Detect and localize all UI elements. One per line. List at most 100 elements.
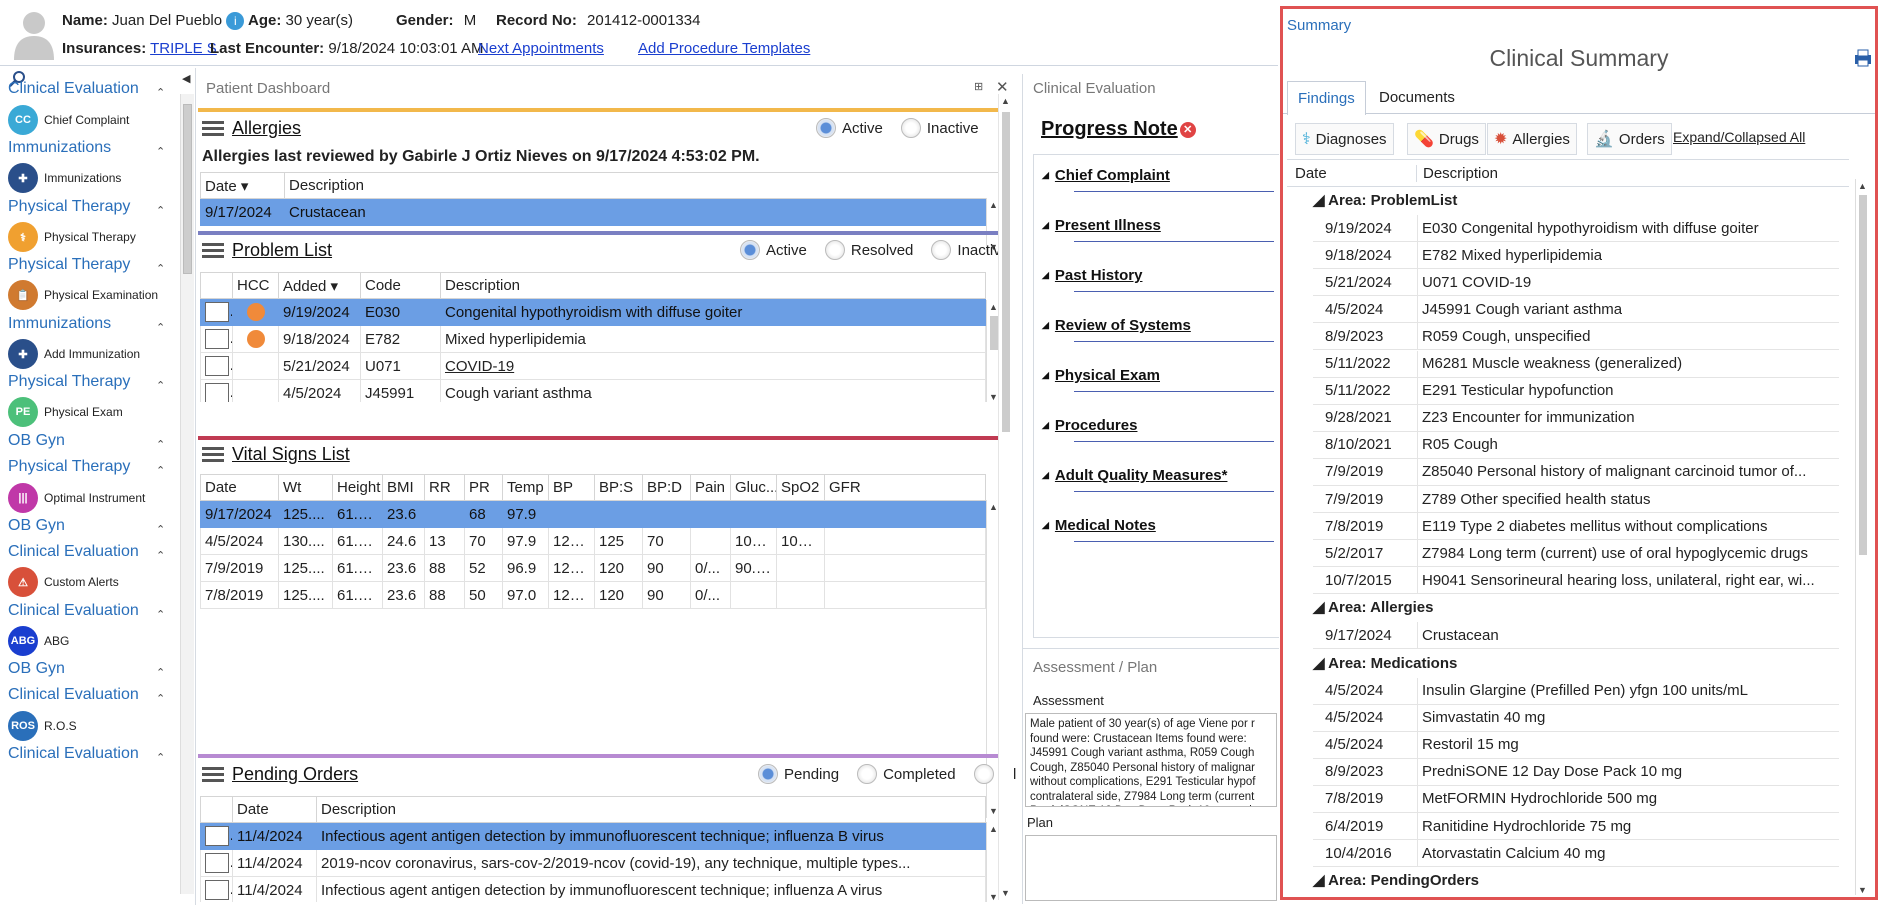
allergies-header[interactable]: Allergies — [202, 118, 301, 139]
collapse-caret-icon[interactable]: ⌃ — [156, 692, 165, 705]
summary-link[interactable]: Summary — [1287, 17, 1351, 34]
order-row[interactable]: 11/4/2024 2019-ncov coronavirus, sars-cov… — [200, 849, 986, 877]
radio-resolved[interactable] — [824, 240, 845, 260]
radio-inactive[interactable] — [931, 240, 952, 260]
row-checkbox[interactable] — [205, 383, 229, 402]
summary-row[interactable]: 8/10/2021 R05 Cough — [1313, 431, 1839, 459]
nav-section-9[interactable]: Clinical Evaluation — [8, 543, 139, 561]
nav-item[interactable]: ⚠ Custom Alerts — [8, 564, 119, 600]
summary-row[interactable]: 7/9/2019 Z789 Other specified health stat… — [1313, 486, 1839, 513]
col-select[interactable] — [200, 796, 233, 823]
progress-section[interactable]: ◢ Review of Systems — [1042, 317, 1191, 334]
col-description[interactable]: Description — [284, 172, 1000, 199]
summary-row[interactable]: 9/18/2024 E782 Mixed hyperlipidemia — [1313, 242, 1839, 270]
summary-row[interactable]: 9/19/2024 E030 Congenital hypothyroidism … — [1313, 215, 1839, 242]
tab-findings[interactable]: Findings — [1287, 81, 1366, 115]
row-checkbox[interactable] — [205, 880, 229, 900]
info-icon[interactable]: i — [226, 12, 245, 31]
progress-section[interactable]: ◢ Procedures — [1042, 417, 1137, 434]
plan-textarea[interactable] — [1025, 835, 1277, 901]
close-note-icon[interactable]: ✕ — [1179, 121, 1196, 138]
collapse-caret-icon[interactable]: ⌃ — [156, 145, 165, 158]
nav-item[interactable]: PE Physical Exam — [8, 394, 123, 430]
nav-item[interactable]: CC Chief Complaint — [8, 102, 129, 138]
col-vital[interactable]: SpO2 — [776, 474, 825, 501]
nav-section-4[interactable]: Immunizations — [8, 315, 111, 333]
summary-row[interactable]: 8/9/2023 PredniSONE 12 Day Dose Pack 10 m… — [1313, 758, 1839, 786]
collapse-caret-icon[interactable]: ⌃ — [156, 523, 165, 536]
nav-item[interactable]: 📋 Physical Examination — [8, 277, 158, 313]
summary-row[interactable]: 10/7/2015 H9041 Sensorineural hearing los… — [1313, 567, 1839, 595]
col-vital[interactable]: GFR — [824, 474, 986, 501]
progress-section[interactable]: ◢ Adult Quality Measures* — [1042, 467, 1227, 484]
menu-icon[interactable] — [202, 446, 224, 463]
collapse-caret-icon[interactable]: ⌃ — [156, 379, 165, 392]
insurance-link[interactable]: TRIPLE S — [150, 40, 217, 57]
menu-icon[interactable] — [202, 766, 224, 783]
tab-documents[interactable]: Documents — [1369, 81, 1465, 114]
vital-row[interactable]: 4/5/2024 130.... 61.0... 24.6 13 70 97.9 125/..… — [200, 527, 986, 555]
nav-section-12[interactable]: Clinical Evaluation — [8, 686, 139, 704]
progress-section[interactable]: ◢ Medical Notes — [1042, 517, 1156, 534]
collapse-caret-icon[interactable]: ⌃ — [156, 438, 165, 451]
pin-icon[interactable]: ⊞ — [974, 80, 983, 93]
row-checkbox[interactable] — [205, 302, 229, 322]
col-vital[interactable]: Gluc... — [730, 474, 777, 501]
summary-row[interactable]: 10/4/2016 Atorvastatin Calcium 40 mg — [1313, 840, 1839, 868]
collapse-caret-icon[interactable]: ⌃ — [156, 751, 165, 764]
row-checkbox[interactable] — [205, 329, 229, 349]
select-cell[interactable] — [200, 822, 233, 850]
radio-active[interactable] — [816, 118, 836, 138]
description-cell[interactable]: COVID-19 — [440, 352, 986, 380]
select-cell[interactable] — [200, 849, 233, 877]
collapse-nav-icon[interactable]: ◀ — [182, 72, 190, 85]
nav-section-8[interactable]: OB Gyn — [8, 517, 65, 535]
add-procedure-templates-link[interactable]: Add Procedure Templates — [638, 40, 810, 57]
radio-completed[interactable] — [857, 764, 878, 784]
problem-row[interactable]: 9/18/2024 E782 Mixed hyperlipidemia — [200, 325, 986, 353]
col-vital[interactable]: Date — [200, 474, 279, 501]
nav-item[interactable]: ABG ABG — [8, 623, 69, 659]
nav-section-10[interactable]: Clinical Evaluation — [8, 602, 139, 620]
summary-row[interactable]: 4/5/2024 Insulin Glargine (Prefilled Pen)… — [1313, 677, 1839, 705]
menu-icon[interactable] — [202, 242, 224, 259]
nav-section-3[interactable]: Physical Therapy — [8, 256, 130, 274]
col-added[interactable]: Added ▾ — [278, 272, 361, 299]
summary-row[interactable]: 7/8/2019 MetFORMIN Hydrochloride 500 mg — [1313, 785, 1839, 813]
summary-area-header[interactable]: ◢ Area: Medications — [1313, 654, 1457, 672]
collapse-caret-icon[interactable]: ⌃ — [156, 321, 165, 334]
select-cell[interactable] — [200, 298, 233, 326]
nav-section-5[interactable]: Physical Therapy — [8, 373, 130, 391]
nav-section-6[interactable]: OB Gyn — [8, 432, 65, 450]
summary-row[interactable]: 4/5/2024 J45991 Cough variant asthma — [1313, 296, 1839, 324]
summary-row[interactable]: 5/2/2017 Z7984 Long term (current) use of… — [1313, 540, 1839, 568]
col-code[interactable]: Code — [360, 272, 441, 299]
col-vital[interactable]: BP:S — [594, 474, 643, 501]
summary-row[interactable]: 6/4/2019 Ranitidine Hydrochloride 75 mg — [1313, 813, 1839, 840]
collapse-triangle-icon[interactable]: ◢ — [1042, 470, 1049, 481]
drugs-button[interactable]: 💊 Drugs — [1407, 123, 1486, 155]
nav-item[interactable]: ||| Optimal Instrument — [8, 480, 145, 516]
select-cell[interactable] — [200, 352, 233, 380]
summary-row[interactable]: 5/11/2022 E291 Testicular hypofunction — [1313, 377, 1839, 405]
progress-section[interactable]: ◢ Chief Complaint — [1042, 167, 1170, 184]
nav-item[interactable]: ✚ Immunizations — [8, 160, 121, 196]
nav-section-1[interactable]: Immunizations — [8, 139, 111, 157]
progress-section[interactable]: ◢ Physical Exam — [1042, 367, 1160, 384]
order-row[interactable]: 11/4/2024 Infectious agent antigen detect… — [200, 822, 986, 850]
summary-area-header[interactable]: ◢ Area: ProblemList — [1313, 191, 1457, 209]
col-hcc[interactable]: HCC — [232, 272, 279, 299]
radio-inactive[interactable] — [900, 118, 921, 138]
vital-row[interactable]: 7/9/2019 125.... 61.0... 23.6 88 52 96.9 120/..… — [200, 554, 986, 582]
collapse-triangle-icon[interactable]: ◢ — [1042, 270, 1049, 281]
summary-row[interactable]: 4/5/2024 Simvastatin 40 mg — [1313, 704, 1839, 732]
vital-signs-header[interactable]: Vital Signs List — [202, 444, 350, 465]
col-vital[interactable]: Height — [332, 474, 383, 501]
print-icon[interactable] — [1853, 49, 1873, 67]
allergy-row[interactable]: 9/17/2024 Crustacean — [200, 198, 1000, 226]
nav-item[interactable]: ⚕ Physical Therapy — [8, 219, 136, 255]
col-select[interactable] — [200, 272, 233, 299]
progress-note-header[interactable]: Progress Note ✕ — [1041, 118, 1196, 141]
collapse-triangle-icon[interactable]: ◢ — [1042, 170, 1049, 181]
summary-area-header[interactable]: ◢ Area: PendingOrders — [1313, 871, 1479, 889]
